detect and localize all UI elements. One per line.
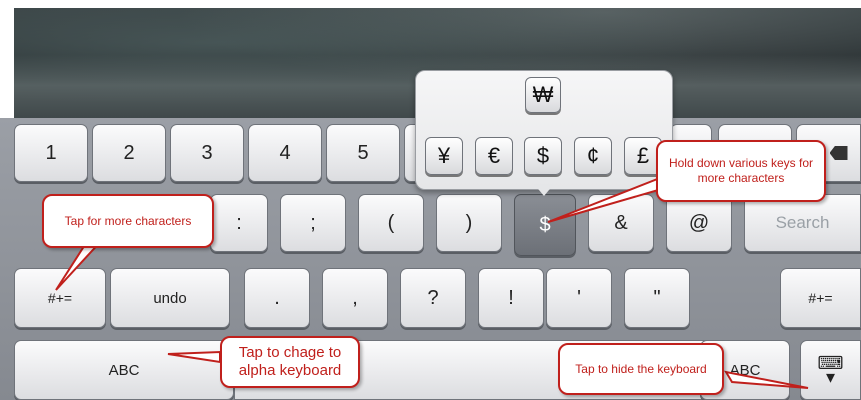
white-border [0,0,861,8]
hide-keyboard-button[interactable]: ⌨ ▾ [800,340,861,400]
key-apostrophe[interactable]: ' [546,268,612,328]
key-1[interactable]: 1 [14,124,88,182]
currency-yen[interactable]: ¥ [425,137,463,175]
key-ampersand[interactable]: & [588,194,654,252]
key-close-paren[interactable]: ) [436,194,502,252]
key-question[interactable]: ? [400,268,466,328]
callout-alpha-keyboard: Tap to chage to alpha keyboard [220,336,360,388]
key-3[interactable]: 3 [170,124,244,182]
search-button[interactable]: Search [744,194,861,252]
callout-hide-keyboard: Tap to hide the keyboard [558,343,724,395]
key-exclamation[interactable]: ! [478,268,544,328]
key-5[interactable]: 5 [326,124,400,182]
callout-more-characters: Tap for more characters [42,194,214,248]
key-dollar-pressed[interactable]: $ [514,194,576,256]
key-open-paren[interactable]: ( [358,194,424,252]
screenshot: 1 2 3 4 5 : ; ( ) $ & @ Search #+= undo … [0,0,861,400]
popup-tail [534,184,554,196]
key-2[interactable]: 2 [92,124,166,182]
key-colon[interactable]: : [210,194,268,252]
key-comma[interactable]: , [322,268,388,328]
currency-won[interactable]: ₩ [525,77,561,113]
key-period[interactable]: . [244,268,310,328]
symbols-key-right[interactable]: #+= [780,268,861,328]
abc-key-left[interactable]: ABC [14,340,234,400]
key-quote[interactable]: " [624,268,690,328]
callout-hold-down-keys: Hold down various keys for more characte… [656,140,826,202]
currency-dollar[interactable]: $ [524,137,562,175]
white-border-left [0,0,14,122]
currency-euro[interactable]: € [475,137,513,175]
key-semicolon[interactable]: ; [280,194,346,252]
undo-button[interactable]: undo [110,268,230,328]
key-4[interactable]: 4 [248,124,322,182]
currency-cent[interactable]: ¢ [574,137,612,175]
delete-icon [829,146,848,160]
key-at[interactable]: @ [666,194,732,252]
keyboard-hide-icon: ⌨ ▾ [817,353,844,387]
symbols-key-left[interactable]: #+= [14,268,106,328]
